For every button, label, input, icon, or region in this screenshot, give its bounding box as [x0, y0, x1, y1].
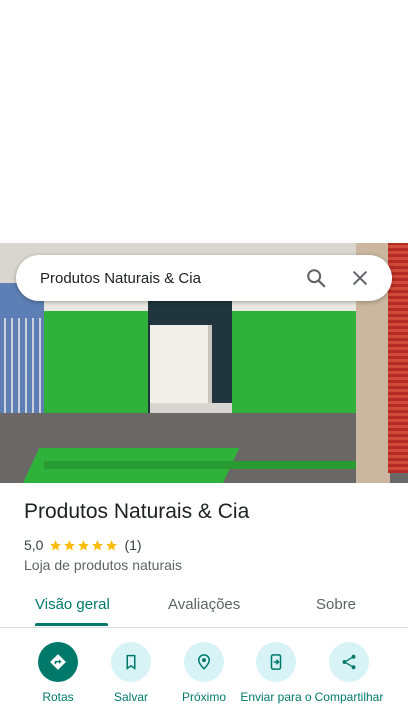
- review-count[interactable]: (1): [124, 537, 141, 553]
- rating-value: 5,0: [24, 537, 44, 553]
- send-to-phone-label: Enviar para o: [240, 690, 312, 704]
- search-query[interactable]: Produtos Naturais & Cia: [40, 270, 290, 287]
- star-icon: [50, 539, 62, 550]
- search-bar[interactable]: Produtos Naturais & Cia: [16, 255, 392, 301]
- search-icon[interactable]: [298, 260, 334, 296]
- rating-row[interactable]: 5,0 (1): [24, 536, 142, 554]
- directions-icon: [50, 654, 66, 670]
- active-tab-indicator: [35, 623, 108, 626]
- nearby-button[interactable]: Próximo: [168, 642, 240, 705]
- star-icon: [106, 539, 118, 550]
- nearby-label: Próximo: [181, 690, 226, 704]
- save-label: Salvar: [113, 690, 148, 704]
- place-category: Loja de produtos naturais: [24, 557, 182, 573]
- share-icon: [342, 654, 356, 670]
- close-icon[interactable]: [342, 260, 378, 296]
- star-icon: [78, 539, 90, 550]
- star-rating: [49, 539, 119, 552]
- tab-overview[interactable]: Visão geral: [35, 596, 110, 613]
- directions-button[interactable]: Rotas: [22, 642, 94, 705]
- star-icon: [92, 539, 104, 550]
- tab-about[interactable]: Sobre: [316, 596, 356, 613]
- nearby-icon: [197, 654, 211, 670]
- tab-reviews[interactable]: Avaliações: [168, 596, 240, 613]
- tab-bar: Visão geral Avaliações Sobre: [0, 586, 408, 628]
- send-to-phone-button[interactable]: Enviar para o: [240, 642, 312, 705]
- send-to-phone-icon: [270, 654, 282, 670]
- directions-label: Rotas: [42, 690, 74, 704]
- star-icon: [64, 539, 76, 550]
- share-label: Compartilhar: [314, 690, 384, 704]
- share-button[interactable]: Compartilhar: [313, 642, 385, 705]
- bookmark-icon: [126, 654, 136, 670]
- save-button[interactable]: Salvar: [95, 642, 167, 705]
- place-title: Produtos Naturais & Cia: [24, 500, 250, 523]
- map-area[interactable]: [0, 0, 408, 243]
